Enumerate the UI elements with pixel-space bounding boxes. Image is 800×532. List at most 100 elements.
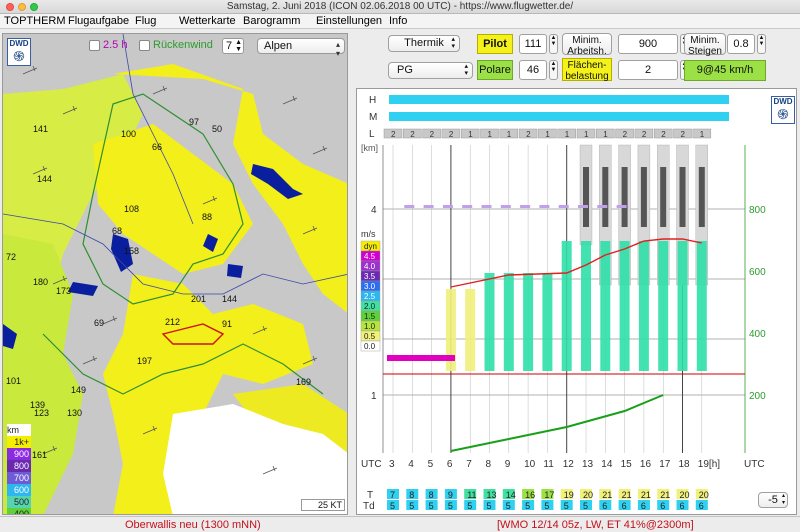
t-value: 16	[525, 490, 535, 500]
map-label: 158	[124, 246, 140, 256]
ms-legend-label: 1.0	[364, 322, 376, 331]
menubar: TOPTHERM Flugaufgabe Flug Wetterkarte Ba…	[0, 14, 800, 29]
glider-select[interactable]: PG ▴ ▾	[388, 62, 473, 79]
thermal-bar	[658, 241, 669, 371]
menu-info[interactable]: Info	[389, 15, 407, 27]
spiral-icon: ֍	[777, 106, 789, 122]
map-label: 108	[124, 204, 140, 214]
t-value: 21	[641, 490, 651, 500]
min-steigen-stepper[interactable]: ▲ ▼	[757, 34, 766, 54]
pilot-stepper[interactable]: ▲ ▼	[549, 34, 558, 54]
min-steigen-field[interactable]: 0.8	[727, 34, 755, 54]
inversion-dash	[423, 205, 434, 208]
region-select[interactable]: Alpen ▴ ▾	[257, 38, 345, 58]
polare-stepper[interactable]: ▲ ▼	[549, 60, 558, 80]
x-axis-unit-left: UTC	[361, 459, 382, 470]
t-value: 14	[506, 490, 516, 500]
map-label: 97	[189, 117, 200, 127]
map-label: 101	[6, 376, 22, 386]
inversion-dash	[616, 205, 627, 208]
tailwind-stepper[interactable]: 7 ▲ ▼	[222, 38, 244, 54]
t-value: 7	[390, 490, 395, 500]
thermal-bar	[600, 241, 611, 371]
flaechenbelastung-label[interactable]: Flächen-belastung	[562, 58, 612, 82]
thermal-bar	[484, 273, 495, 371]
map-label: 180	[33, 277, 49, 287]
offset-select[interactable]: -5 ▴ ▾	[758, 492, 788, 508]
topthem-chart-panel: HML22221112111122221[km]4321800600400200…	[356, 88, 797, 515]
x-tick-label: 16	[640, 459, 652, 470]
cloud-core	[660, 167, 667, 227]
ms-legend-label: 3.5	[364, 272, 376, 281]
x-tick-label: 11	[543, 459, 554, 470]
inversion-dash	[500, 205, 511, 208]
map-label: 169	[296, 377, 312, 387]
menu-barogramm[interactable]: Barogramm	[243, 15, 300, 27]
time-label: 2.5 h	[103, 39, 128, 51]
map-toolbar: DWD ֍ 2.5 h Rückenwind 7 ▲ ▼ Alpen ▴ ▾	[3, 34, 347, 66]
x-tick-label: 18	[679, 459, 691, 470]
t-value: 20	[699, 490, 709, 500]
thermal-bar	[581, 241, 591, 371]
cloud-core	[640, 167, 647, 227]
legend-item: 900	[7, 448, 31, 460]
tailwind-value: 7	[226, 40, 233, 52]
map-label: 66	[152, 142, 163, 152]
t-value: 21	[622, 490, 632, 500]
select-arrows-icon: ▴ ▾	[335, 40, 340, 58]
map-label: 161	[32, 450, 48, 460]
td-value: 6	[680, 501, 685, 511]
inversion-dash	[539, 205, 550, 208]
map-label: 212	[165, 317, 181, 327]
flaechenbelastung-field[interactable]: 2	[618, 60, 678, 80]
legend-unit: km	[7, 424, 31, 436]
map-label: 72	[6, 252, 17, 262]
menu-einstellungen[interactable]: Einstellungen	[316, 15, 382, 27]
mid-cloud-bar	[389, 112, 729, 121]
low-cloud-value: 2	[681, 130, 686, 139]
high-cloud-bar	[389, 95, 729, 104]
low-cloud-value: 1	[507, 130, 512, 139]
td-value: 5	[564, 501, 569, 511]
x-tick-label: 13	[582, 459, 594, 470]
td-value: 5	[487, 501, 492, 511]
map-label: 88	[202, 212, 213, 222]
td-value: 5	[448, 501, 453, 511]
t-value: 8	[429, 490, 434, 500]
min-steigen-label: Minim. Steigen	[684, 33, 726, 57]
min-arbeitsh-field[interactable]: 900	[618, 34, 678, 54]
x-tick-label: 4	[408, 459, 414, 470]
inversion-dash	[558, 205, 569, 208]
time-checkbox[interactable]	[89, 40, 100, 51]
legend-item: 800	[7, 460, 31, 472]
low-cloud-value: 1	[603, 130, 608, 139]
polare-label[interactable]: Polare	[477, 60, 513, 80]
pilot-label[interactable]: Pilot	[477, 34, 513, 54]
t-value: 13	[487, 490, 497, 500]
pilot-field[interactable]: 111	[519, 34, 547, 54]
t-value: 21	[660, 490, 670, 500]
spiral-icon: ֍	[13, 48, 25, 64]
tailwind-checkbox[interactable]	[139, 40, 150, 51]
y-right-tick-label: 600	[749, 267, 766, 278]
legend-item: 400	[7, 508, 31, 514]
topthem-chart[interactable]: HML22221112111122221[km]4321800600400200…	[357, 89, 797, 515]
low-cloud-value: 1	[584, 130, 589, 139]
mode-select[interactable]: Thermik ▴ ▾	[388, 35, 460, 52]
td-value: 5	[506, 501, 511, 511]
menu-wetterkarte[interactable]: Wetterkarte	[179, 15, 236, 27]
x-tick-label: 19[h]	[698, 459, 720, 470]
td-value: 5	[409, 501, 414, 511]
weather-map[interactable]	[3, 34, 348, 515]
polare-field[interactable]: 46	[519, 60, 547, 80]
menu-flugaufgabe[interactable]: Flugaufgabe	[68, 15, 129, 27]
map-label: 149	[71, 385, 87, 395]
thermal-bar	[465, 289, 476, 371]
stepper-arrows-icon[interactable]: ▲ ▼	[235, 39, 242, 53]
dwd-logo-chart: DWD ֍	[771, 96, 795, 124]
menu-topthem[interactable]: TOPTHERM	[4, 15, 66, 27]
select-arrows-icon: ▴ ▾	[451, 36, 455, 50]
cloud-core	[698, 167, 705, 227]
menu-flug[interactable]: Flug	[135, 15, 156, 27]
y-tick-label: 1	[371, 391, 377, 402]
